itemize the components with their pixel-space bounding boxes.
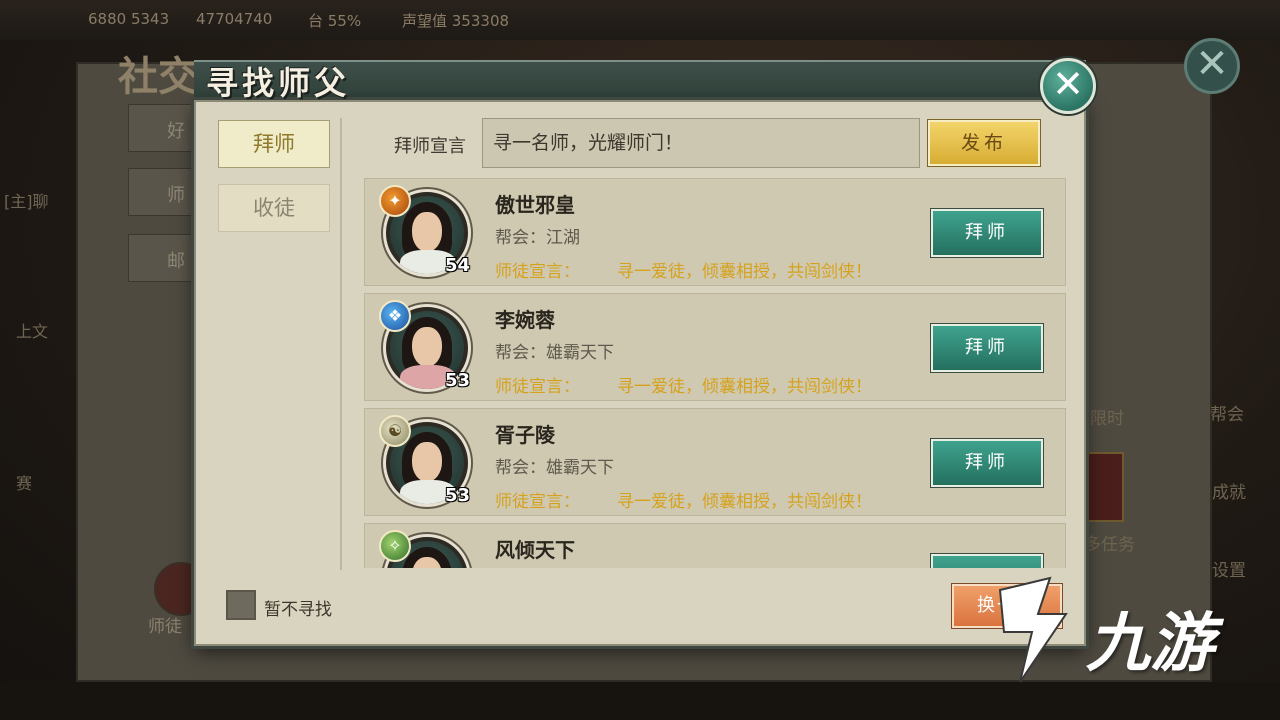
bg-stat-3: 台 55% <box>308 12 362 30</box>
declaration-label: 师徒宣言： <box>495 492 580 512</box>
apprentice-button[interactable]: 拜师 <box>931 439 1043 487</box>
apprentice-button[interactable]: 拜师 <box>931 324 1043 372</box>
dialog-title: 寻找师父 <box>206 64 351 102</box>
declaration-text: 寻一爱徒，倾囊相授，共闯剑侠！ <box>617 377 872 397</box>
list-item: ✧ 风倾天下 <box>364 523 1066 568</box>
player-name: 风倾天下 <box>495 538 575 562</box>
list-item: ❖ 53 李婉蓉 帮会：雄霸天下 师徒宣言： 寻一爱徒，倾囊相授，共闯剑侠！ 拜… <box>364 293 1066 401</box>
bg-tab-mail: 邮 <box>128 234 198 282</box>
list-item: ☯ 53 胥子陵 帮会：雄霸天下 师徒宣言： 寻一爱徒，倾囊相授，共闯剑侠！ 拜… <box>364 408 1066 516</box>
background-top-bar <box>0 0 1280 40</box>
bg-side-text-1: [主]聊 <box>4 192 49 211</box>
bg-side-text-2: 上文 <box>16 322 49 341</box>
list-item: ✦ 54 傲世邪皇 帮会：江湖 师徒宣言： 寻一爱徒，倾囊相授，共闯剑侠！ 拜师 <box>364 178 1066 286</box>
level-label: 54 <box>445 255 471 276</box>
tab-apprentice[interactable]: 拜师 <box>218 120 330 168</box>
background-avatar-label: 师徒 <box>148 617 182 637</box>
bg-stat-2: 47704740 <box>196 10 273 28</box>
bg-right-text-1: 限时 <box>1090 409 1124 429</box>
leaf-class-icon: ✧ <box>379 530 411 562</box>
announce-input[interactable]: 寻一名师，光耀师门！ <box>482 118 920 168</box>
guild-label: 帮会：雄霸天下 <box>495 458 614 478</box>
close-icon[interactable]: ✕ <box>1040 58 1096 114</box>
bg-stat-1: 6880 5343 <box>88 10 170 28</box>
do-not-search-checkbox[interactable] <box>226 590 256 620</box>
background-social-title: 社交 <box>118 53 198 100</box>
watermark-text: 九游 <box>1086 607 1214 681</box>
apprentice-button[interactable] <box>931 554 1043 568</box>
master-list[interactable]: ✦ 54 傲世邪皇 帮会：江湖 师徒宣言： 寻一爱徒，倾囊相授，共闯剑侠！ 拜师… <box>364 178 1066 568</box>
fire-class-icon: ✦ <box>379 185 411 217</box>
bg-side-text-3: 赛 <box>16 474 33 493</box>
bg-tab-master: 师 <box>128 168 198 216</box>
background-item-icon <box>1082 452 1124 522</box>
wind-class-icon: ☯ <box>379 415 411 447</box>
apprentice-button[interactable]: 拜师 <box>931 209 1043 257</box>
level-label: 53 <box>445 485 471 506</box>
announce-label: 拜师宣言 <box>394 136 466 157</box>
declaration-text: 寻一爱徒，倾囊相授，共闯剑侠！ <box>617 492 872 512</box>
level-label: 53 <box>445 370 471 391</box>
background-close-icon: ✕ <box>1184 38 1240 94</box>
guild-label: 帮会：江湖 <box>495 228 580 248</box>
bg-stat-4: 声望值 353308 <box>402 12 510 30</box>
publish-button[interactable]: 发布 <box>928 120 1040 166</box>
tab-recruit[interactable]: 收徒 <box>218 184 330 232</box>
declaration-label: 师徒宣言： <box>495 377 580 397</box>
player-name: 李婉蓉 <box>495 308 555 332</box>
bg-tab-friends: 好 <box>128 104 198 152</box>
bg-right-text-2: 帮会 <box>1210 405 1244 425</box>
player-name: 胥子陵 <box>495 423 555 447</box>
water-class-icon: ❖ <box>379 300 411 332</box>
player-name: 傲世邪皇 <box>495 193 575 217</box>
guild-label: 帮会：雄霸天下 <box>495 343 614 363</box>
declaration-text: 寻一爱徒，倾囊相授，共闯剑侠！ <box>617 262 872 282</box>
declaration-label: 师徒宣言： <box>495 262 580 282</box>
bg-right-text-4: 多任务 <box>1084 535 1135 555</box>
do-not-search-label: 暂不寻找 <box>264 600 332 620</box>
bg-right-text-3: 成就 <box>1212 483 1246 503</box>
